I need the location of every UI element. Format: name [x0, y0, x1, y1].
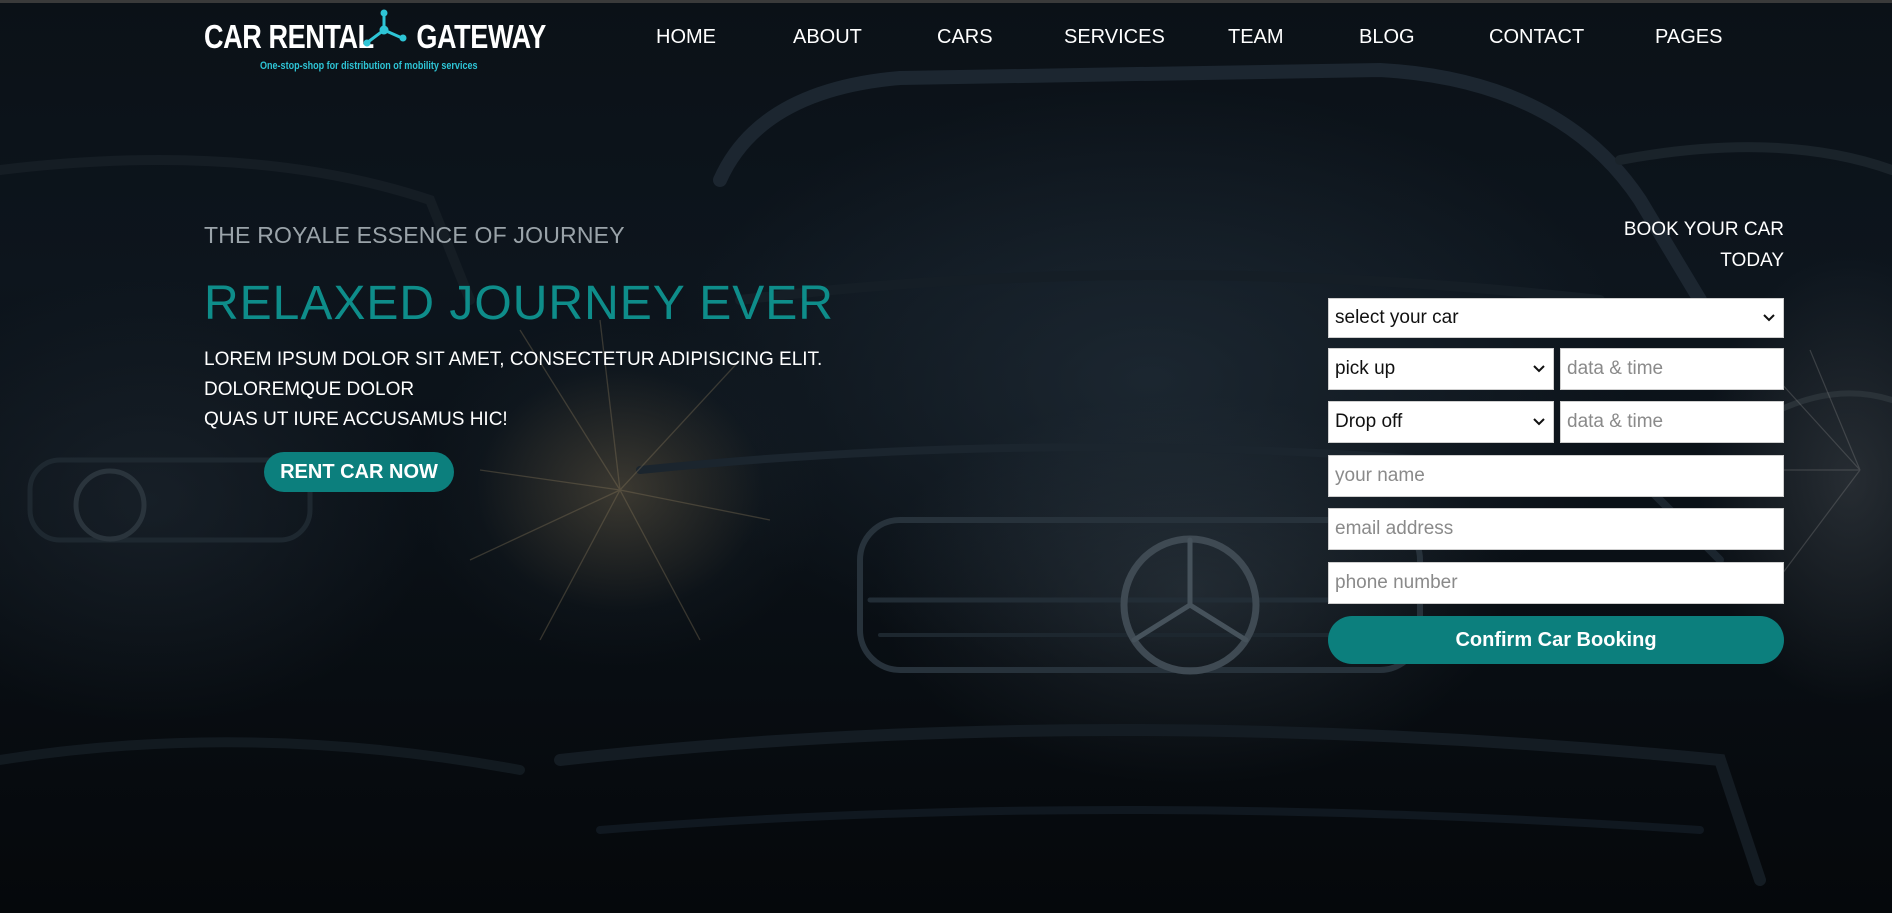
- hero-lead-line-1: LOREM IPSUM DOLOR SIT AMET, CONSECTETUR …: [204, 349, 823, 400]
- email-input[interactable]: email address: [1328, 508, 1784, 550]
- nav-item-home[interactable]: HOME: [656, 26, 716, 49]
- nav-item-pages[interactable]: PAGES: [1655, 26, 1722, 49]
- page: CAR RENTAL GATEWAY One-stop-shop for dist…: [0, 0, 1892, 913]
- booking-title-line-1: BOOK YOUR CAR: [1623, 219, 1784, 240]
- pickup-select-value: pick up: [1335, 358, 1396, 379]
- brand-logo[interactable]: CAR RENTAL GATEWAY One-stop-shop for dist…: [204, 8, 546, 78]
- confirm-car-booking-button[interactable]: Confirm Car Booking: [1328, 616, 1784, 664]
- booking-title: BOOK YOUR CAR TODAY: [1524, 214, 1784, 276]
- brand-name-left: CAR RENTAL: [204, 18, 374, 55]
- rent-car-now-button[interactable]: RENT CAR NOW: [264, 452, 454, 492]
- car-select-value: select your car: [1335, 307, 1459, 328]
- hero-lead: LOREM IPSUM DOLOR SIT AMET, CONSECTETUR …: [204, 345, 964, 435]
- name-placeholder: your name: [1335, 465, 1425, 486]
- nav-item-about[interactable]: ABOUT: [793, 26, 862, 49]
- dropoff-datetime-placeholder: data & time: [1567, 411, 1664, 432]
- hero-lead-line-2: QUAS UT IURE ACCUSAMUS HIC!: [204, 409, 508, 430]
- pickup-location-select[interactable]: pick up: [1328, 348, 1554, 390]
- pickup-datetime-placeholder: data & time: [1567, 358, 1664, 379]
- email-placeholder: email address: [1335, 518, 1454, 539]
- car-select[interactable]: select your car: [1328, 298, 1784, 338]
- pickup-datetime-input[interactable]: data & time: [1560, 348, 1784, 390]
- phone-input[interactable]: phone number: [1328, 562, 1784, 604]
- network-node-icon: [363, 9, 407, 47]
- brand-name-right: GATEWAY: [416, 18, 546, 55]
- nav-item-contact[interactable]: CONTACT: [1489, 26, 1584, 49]
- brand-tagline: One-stop-shop for distribution of mobili…: [260, 60, 478, 72]
- nav-item-team[interactable]: TEAM: [1228, 26, 1284, 49]
- dropoff-select-value: Drop off: [1335, 411, 1403, 432]
- nav-item-cars[interactable]: CARS: [937, 26, 993, 49]
- dropoff-location-select[interactable]: Drop off: [1328, 401, 1554, 443]
- hero-headline: RELAXED JOURNEY EVER: [204, 277, 834, 330]
- name-input[interactable]: your name: [1328, 455, 1784, 497]
- chevron-down-icon: [1533, 365, 1545, 373]
- nav-item-blog[interactable]: BLOG: [1359, 26, 1415, 49]
- phone-placeholder: phone number: [1335, 572, 1458, 593]
- dropoff-datetime-input[interactable]: data & time: [1560, 401, 1784, 443]
- chevron-down-icon: [1533, 418, 1545, 426]
- nav-item-services[interactable]: SERVICES: [1064, 26, 1165, 49]
- chevron-down-icon: [1763, 314, 1775, 322]
- hero-eyebrow: THE ROYALE ESSENCE OF JOURNEY: [204, 222, 625, 248]
- booking-title-line-2: TODAY: [1720, 250, 1784, 271]
